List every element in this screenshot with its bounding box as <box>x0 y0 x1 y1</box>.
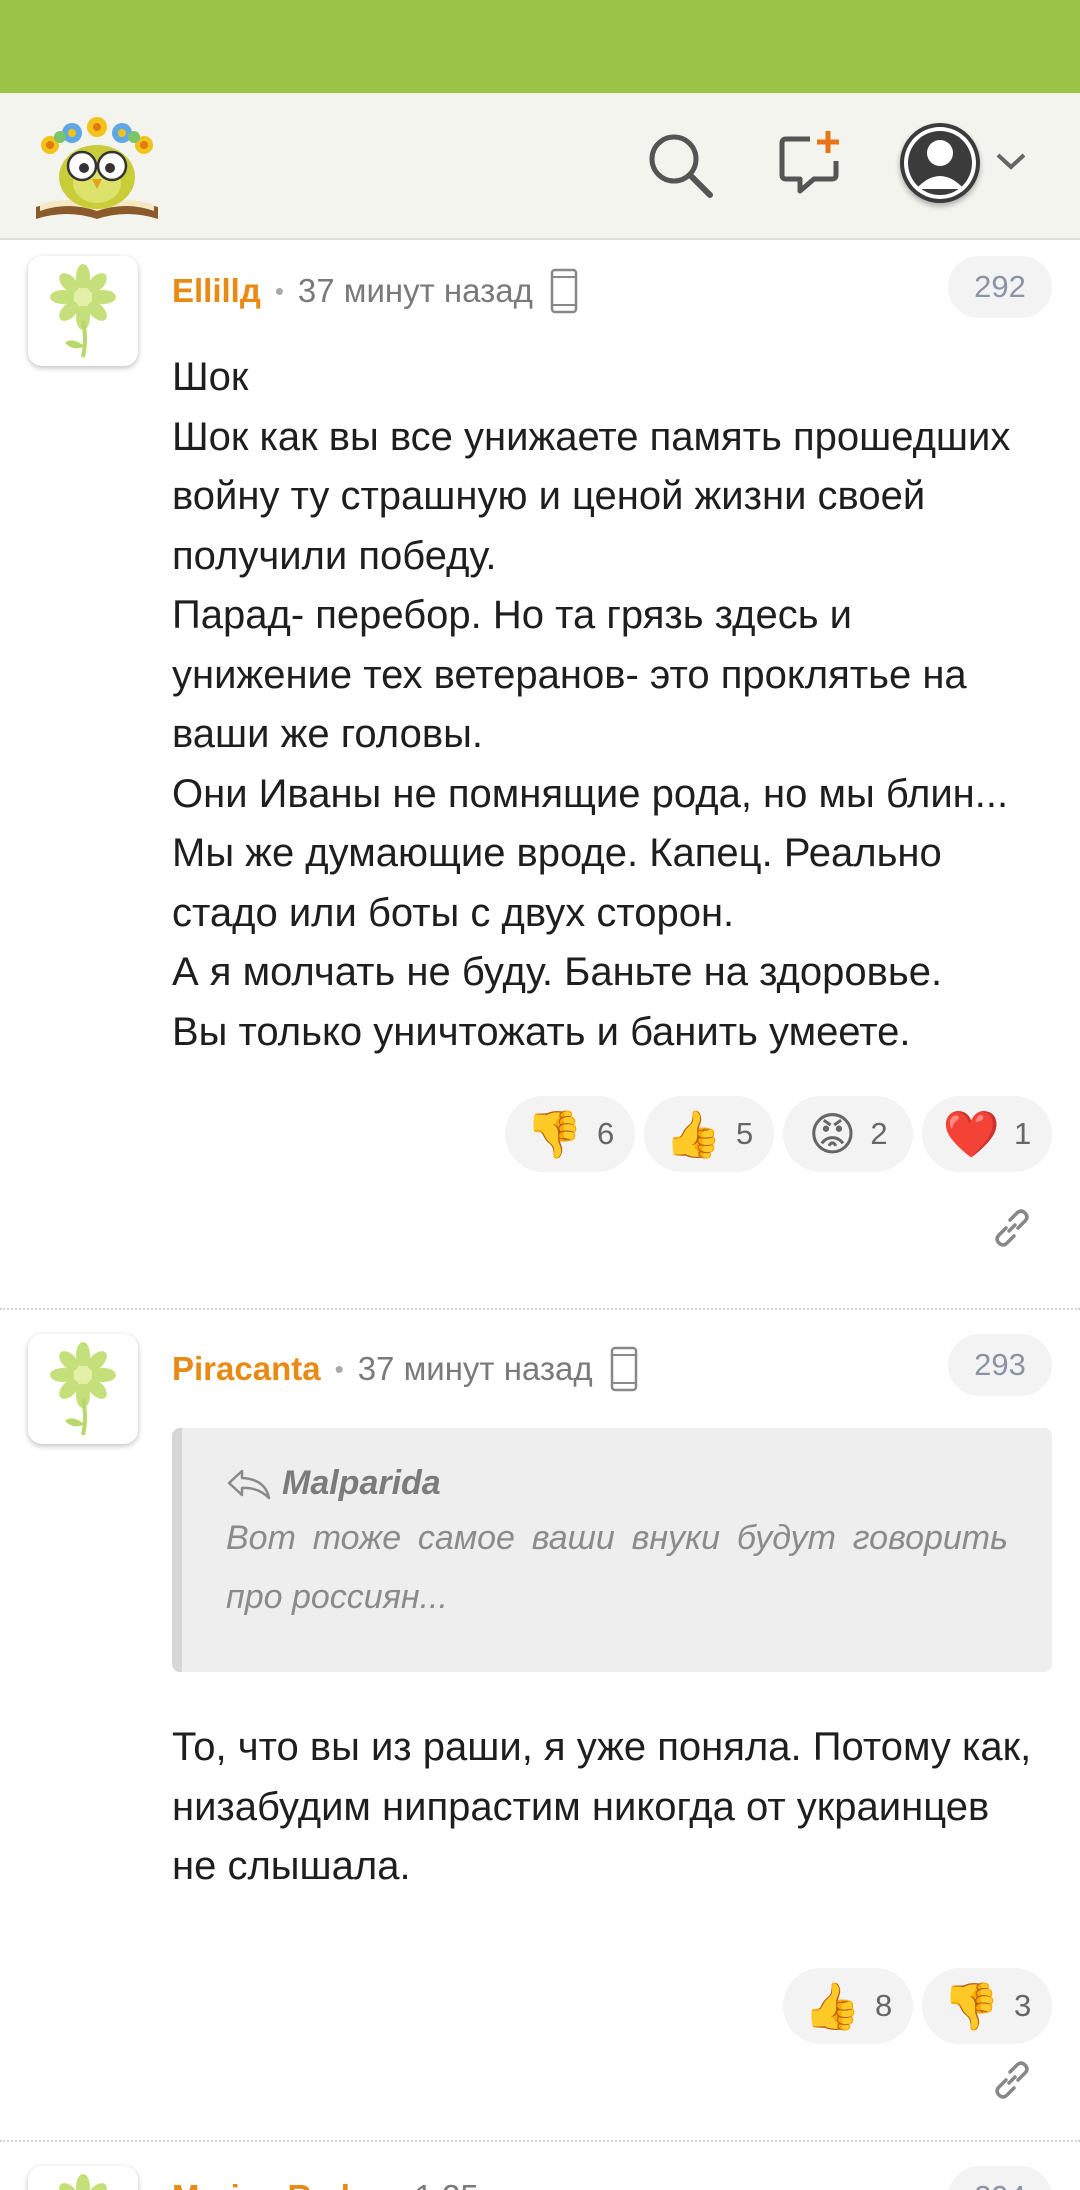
user-avatar-icon[interactable] <box>900 123 980 203</box>
avatar[interactable] <box>28 256 138 366</box>
reaction-count: 1 <box>1014 1116 1032 1151</box>
chat-plus-icon[interactable] <box>776 127 846 199</box>
flower-avatar-icon <box>50 264 116 358</box>
comment-line: Вы только уничтожать и банить умеете. <box>172 1009 911 1054</box>
comment-author[interactable]: Ellillд <box>172 272 261 310</box>
comment-line: То, что вы из раши, я уже поняла. Потому… <box>172 1725 1032 1888</box>
comment-text: Шок Шок как вы все унижаете память проше… <box>172 348 1042 1062</box>
reactions-bar: 👎 6 👍 5 😡 2 ❤️ 1 <box>505 1096 1052 1172</box>
comment-line: Они Иваны не помнящие рода, но мы блин..… <box>172 771 1009 935</box>
avatar[interactable] <box>28 1334 138 1444</box>
reaction-count: 6 <box>597 1116 615 1151</box>
comment-line: Шок как вы все унижаете память прошедших… <box>172 414 1011 578</box>
reaction-count: 5 <box>736 1116 754 1151</box>
comment-author[interactable]: Piracanta <box>172 1350 321 1388</box>
reaction-like[interactable]: 👍 5 <box>644 1096 774 1172</box>
comment-line: А я молчать не буду. Баньте на здоровье. <box>172 950 943 994</box>
comment-author[interactable]: Marina Rad... <box>172 2178 377 2190</box>
comment-divider <box>0 1308 1080 1310</box>
thumbs-up-icon: 👍 <box>664 1107 723 1161</box>
avatar[interactable] <box>28 2166 138 2190</box>
comment: Marina Rad... • 1 25... 294 <box>0 2150 1080 2190</box>
comment-time[interactable]: 1 25... <box>415 2178 507 2190</box>
reaction-count: 2 <box>870 1116 888 1151</box>
thumbs-down-icon: 👎 <box>525 1107 584 1161</box>
comment-text: То, что вы из раши, я уже поняла. Потому… <box>172 1718 1042 1897</box>
quote-block: Malparida Вот тоже самое ваши внуки буду… <box>172 1428 1052 1672</box>
thumbs-up-icon: 👍 <box>803 1979 862 2033</box>
reaction-heart[interactable]: ❤️ 1 <box>922 1096 1052 1172</box>
reaction-like[interactable]: 👍 8 <box>783 1968 913 2044</box>
reaction-dislike[interactable]: 👎 6 <box>505 1096 635 1172</box>
heart-icon: ❤️ <box>942 1107 1001 1161</box>
flower-avatar-icon <box>59 2174 107 2190</box>
quote-header: Malparida <box>226 1464 1008 1503</box>
site-header <box>0 93 1080 240</box>
phone-icon <box>550 268 578 314</box>
comment-meta: Marina Rad... • 1 25... <box>172 2172 506 2190</box>
separator-dot: • <box>334 1353 344 1384</box>
reaction-dislike[interactable]: 👎 3 <box>922 1968 1052 2044</box>
thumbs-down-icon: 👎 <box>942 1979 1001 2033</box>
comment-time[interactable]: 37 минут назад <box>298 272 533 310</box>
reaction-angry[interactable]: 😡 2 <box>783 1096 913 1172</box>
link-icon[interactable] <box>990 2058 1034 2102</box>
quote-text: Вот тоже самое ваши внуки будут говорить… <box>226 1519 1008 1616</box>
separator-dot: • <box>274 275 284 306</box>
reply-arrow-icon <box>227 1469 271 1499</box>
comment-divider <box>0 2140 1080 2142</box>
comment-number[interactable]: 294 <box>948 2166 1052 2190</box>
chevron-down-icon[interactable] <box>994 149 1028 173</box>
comment-meta: Piracanta • 37 минут назад <box>172 1344 639 1394</box>
reactions-bar: 👍 8 👎 3 <box>783 1968 1052 2044</box>
status-bar <box>0 0 1080 93</box>
comment-number[interactable]: 293 <box>948 1334 1052 1396</box>
reaction-count: 3 <box>1014 1988 1032 2023</box>
search-icon[interactable] <box>644 129 716 201</box>
comment-meta: Ellillд • 37 минут назад <box>172 266 579 316</box>
phone-icon <box>610 1346 637 1392</box>
comment-number[interactable]: 292 <box>948 256 1052 318</box>
comment-time[interactable]: 37 минут назад <box>358 1350 593 1388</box>
comment-line: Парад- перебор. Но та грязь здесь и униж… <box>172 593 967 756</box>
link-icon[interactable] <box>990 1206 1034 1250</box>
comment-line: Шок <box>172 355 249 399</box>
angry-face-icon: 😡 <box>808 1107 857 1161</box>
quote-author[interactable]: Malparida <box>282 1464 441 1503</box>
separator-dot: • <box>391 2182 400 2190</box>
flower-avatar-icon <box>50 1342 116 1436</box>
reaction-count: 8 <box>875 1988 893 2023</box>
flower-book-owl-logo[interactable] <box>32 111 162 223</box>
